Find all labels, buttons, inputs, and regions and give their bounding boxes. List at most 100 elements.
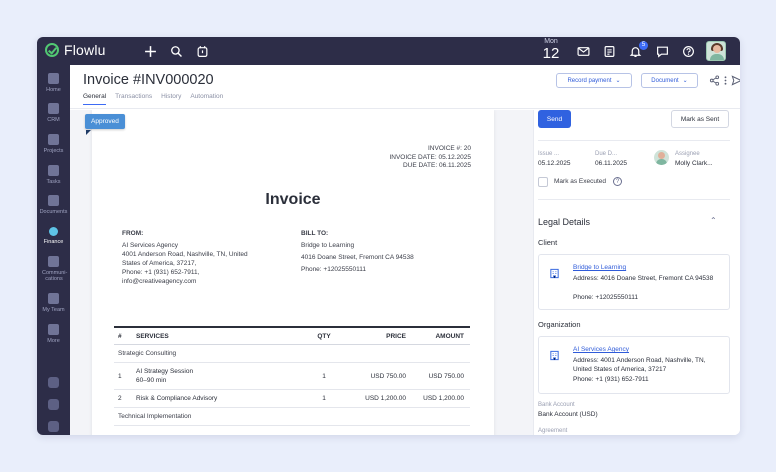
more-vertical-icon[interactable] xyxy=(718,73,732,87)
apps-icon[interactable] xyxy=(48,421,59,432)
row-price: USD 750.00 xyxy=(370,373,406,380)
services-table: # SERVICES QTY PRICE AMOUNT Strategic Co… xyxy=(114,326,470,426)
group-row: Technical Implementation xyxy=(114,408,470,426)
building-icon xyxy=(549,266,560,279)
invoice-number: INVOICE #: 20 xyxy=(428,145,471,152)
assignee-value[interactable]: Molly Clark... xyxy=(675,160,713,167)
logo-text: Flowlu xyxy=(64,42,106,58)
finance-icon xyxy=(49,227,58,236)
flowlu-logo[interactable]: Flowlu xyxy=(45,42,106,58)
sidebar-item-label: Documents xyxy=(39,209,68,215)
page-title: Invoice #INV000020 xyxy=(83,72,214,88)
bank-account-label: Bank Account xyxy=(538,402,575,408)
col-qty: QTY xyxy=(317,333,331,340)
calendar-date[interactable]: Mon 12 xyxy=(540,38,562,62)
sidebar-item-home[interactable]: Home xyxy=(37,73,70,93)
integrations-icon[interactable] xyxy=(48,377,59,388)
issue-date-value[interactable]: 05.12.2025 xyxy=(538,160,571,167)
bill-line: 4016 Doane Street, Fremont CA 94538 xyxy=(301,254,414,261)
group-name: Technical Implementation xyxy=(118,413,192,420)
document-preview: INVOICE #: 20 INVOICE DATE: 05.12.2025 D… xyxy=(70,110,533,435)
legal-details-title[interactable]: Legal Details xyxy=(538,217,590,227)
row-qty: 1 xyxy=(322,373,326,380)
sidebar-item-label: More xyxy=(47,338,60,344)
organization-link[interactable]: AI Services Agency xyxy=(573,346,629,353)
row-amount: USD 750.00 xyxy=(428,373,464,380)
invoice-heading: Invoice xyxy=(265,191,321,208)
sidebar-item-documents[interactable]: Documents xyxy=(37,195,70,215)
help-icon[interactable] xyxy=(680,43,696,59)
col-amount: AMOUNT xyxy=(435,333,464,340)
record-payment-label: Record payment xyxy=(567,77,612,84)
bill-to-label: BILL TO: xyxy=(301,230,329,237)
mark-as-sent-button[interactable]: Mark as Sent xyxy=(671,110,729,128)
from-line: 4001 Anderson Road, Nashville, TN, Unite… xyxy=(122,251,248,258)
organization-title: Organization xyxy=(538,320,581,329)
sidebar-item-label: Finance xyxy=(43,239,64,245)
tab-automation[interactable]: Automation xyxy=(190,93,223,105)
tab-transactions[interactable]: Transactions xyxy=(115,93,152,105)
sidebar-item-more[interactable]: More xyxy=(37,324,70,344)
invoice-date: INVOICE DATE: 05.12.2025 xyxy=(389,153,471,161)
page-header: Invoice #INV000020 General Transactions … xyxy=(70,65,740,109)
document-label: Document xyxy=(651,77,679,84)
sidebar-item-label: Communi- cations xyxy=(42,270,68,282)
tasks-icon xyxy=(48,165,59,176)
group-name: Strategic Consulting xyxy=(118,350,177,357)
mail-icon[interactable] xyxy=(575,43,591,59)
search-icon[interactable] xyxy=(168,43,184,59)
from-line: AI Services Agency xyxy=(122,242,178,249)
help-icon[interactable]: ? xyxy=(613,177,622,186)
notes-icon[interactable] xyxy=(601,43,617,59)
settings-icon[interactable] xyxy=(48,399,59,410)
group-row: Strategic Consulting xyxy=(114,345,470,363)
sidebar-item-crm[interactable]: CRM xyxy=(37,103,70,123)
top-bar: Flowlu Mon 12 5 xyxy=(37,37,740,65)
sidebar-item-my-team[interactable]: My Team xyxy=(37,293,70,313)
client-title: Client xyxy=(538,238,558,247)
due-date-label: Due D... xyxy=(595,151,618,157)
row-amount: USD 1,200.00 xyxy=(423,395,464,402)
row-service: AI Strategy Session xyxy=(136,368,194,375)
projects-icon xyxy=(48,134,59,145)
sidebar-item-label: Projects xyxy=(43,148,64,154)
assignee-avatar xyxy=(654,150,669,165)
row-num: 2 xyxy=(118,395,122,402)
tab-bar: General Transactions History Automation xyxy=(83,93,232,105)
tab-general[interactable]: General xyxy=(83,93,107,105)
bill-line: Bridge to Learning xyxy=(301,242,355,249)
sidebar-item-finance[interactable]: Finance xyxy=(37,227,70,245)
ribbon-fold xyxy=(86,130,91,135)
row-price: USD 1,200.00 xyxy=(365,395,406,402)
notification-badge: 5 xyxy=(639,41,648,50)
organization-address: Address: 4001 Anderson Road, Nashville, … xyxy=(573,357,706,373)
due-date-value[interactable]: 06.11.2025 xyxy=(595,160,627,167)
from-line: info@creativeagency.com xyxy=(122,278,197,285)
record-payment-button[interactable]: Record payment ⌄ xyxy=(556,73,632,88)
bank-account-value[interactable]: Bank Account (USD) xyxy=(538,411,598,418)
sidebar-item-label: My Team xyxy=(42,307,65,313)
chevron-up-icon[interactable]: ⌃ xyxy=(710,216,717,225)
document-button[interactable]: Document ⌄ xyxy=(641,73,698,88)
building-icon xyxy=(549,348,560,361)
timer-icon[interactable] xyxy=(194,43,210,59)
chat-icon[interactable] xyxy=(654,43,670,59)
crm-icon xyxy=(48,103,59,114)
col-services: SERVICES xyxy=(136,333,169,340)
user-avatar[interactable] xyxy=(706,41,726,61)
chevron-down-icon: ⌄ xyxy=(682,78,688,84)
table-row: 1 AI Strategy Session 60–90 min 1 USD 75… xyxy=(114,363,470,390)
client-link[interactable]: Bridge to Learning xyxy=(573,264,626,271)
mark-executed-checkbox[interactable] xyxy=(538,177,548,187)
tab-history[interactable]: History xyxy=(161,93,181,105)
add-icon[interactable] xyxy=(142,43,158,59)
send-button[interactable]: Send xyxy=(538,110,571,128)
row-qty: 1 xyxy=(322,395,326,402)
communications-icon xyxy=(48,256,59,267)
bill-line: Phone: +12025550111 xyxy=(301,266,367,273)
sidebar-item-projects[interactable]: Projects xyxy=(37,134,70,154)
client-card: Bridge to Learning Address: 4016 Doane S… xyxy=(538,254,730,310)
sidebar-item-tasks[interactable]: Tasks xyxy=(37,165,70,185)
row-service-detail: 60–90 min xyxy=(136,377,167,384)
sidebar-item-communications[interactable]: Communi- cations xyxy=(37,256,70,282)
